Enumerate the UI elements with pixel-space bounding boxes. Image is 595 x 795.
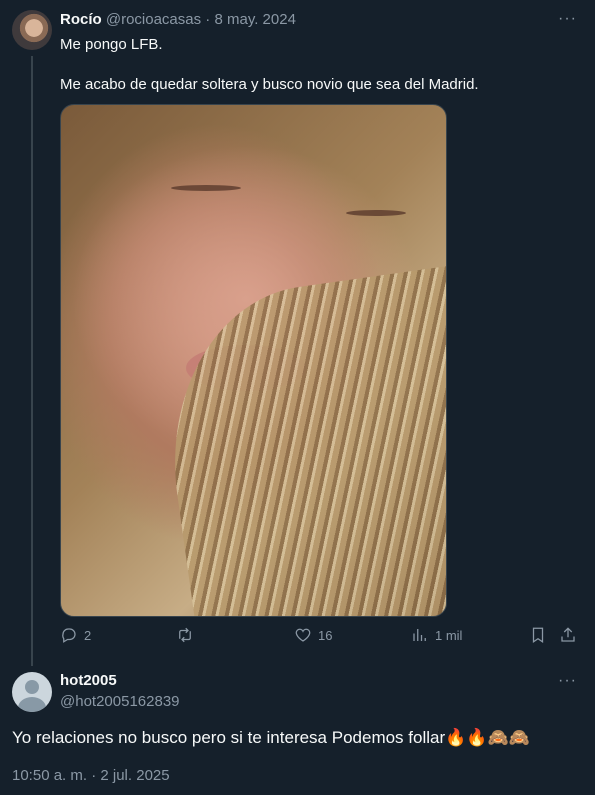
bookmark-icon (532, 627, 544, 643)
author-avatar[interactable] (12, 10, 52, 50)
reply-author-name[interactable]: hot2005 (60, 672, 117, 689)
default-avatar-body (18, 697, 46, 712)
author-handle[interactable]: @rocioacasas (106, 11, 201, 28)
views-count: 1 mil (435, 627, 463, 643)
tweet-date[interactable]: 8 may. 2024 (214, 11, 295, 28)
default-avatar-head (25, 680, 39, 694)
tweet-text-line: Me pongo LFB. (60, 36, 163, 53)
tweet-photo[interactable] (60, 104, 447, 617)
retweet-button[interactable] (176, 626, 200, 644)
header-separator: · (205, 11, 211, 28)
share-icon (561, 627, 575, 642)
author-name[interactable]: Rocío (60, 11, 102, 28)
thread-connector-line (31, 56, 33, 666)
more-options-icon[interactable]: ··· (558, 10, 577, 28)
retweet-icon (179, 627, 191, 643)
share-button[interactable] (559, 626, 577, 644)
views-chart-icon (413, 629, 426, 641)
like-button[interactable]: 16 (294, 626, 332, 644)
more-options-icon[interactable]: ··· (558, 672, 577, 690)
original-tweet[interactable]: Rocío @rocioacasas · 8 may. 2024 ··· Me … (0, 0, 595, 666)
tweet-text: Me pongo LFB. Me acabo de quedar soltera… (60, 35, 479, 95)
bookmark-button[interactable] (529, 626, 547, 644)
photo-detail (171, 185, 241, 191)
tweet-actions-bar: 2 16 1 mil (60, 626, 580, 650)
like-count: 16 (318, 627, 333, 643)
reply-count: 2 (84, 627, 92, 643)
reply-author-avatar[interactable] (12, 672, 52, 712)
heart-icon (295, 628, 311, 642)
reply-text: Yo relaciones no busco pero si te intere… (12, 728, 530, 747)
photo-detail (151, 265, 446, 616)
photo-detail (346, 210, 406, 216)
tweet-header: Rocío @rocioacasas · 8 may. 2024 (60, 11, 296, 28)
reply-timestamp[interactable]: 10:50 a. m. · 2 jul. 2025 (12, 767, 170, 784)
reply-button[interactable]: 2 (60, 626, 91, 644)
reply-author-handle[interactable]: @hot2005162839 (60, 693, 180, 710)
reply-icon (62, 628, 76, 643)
tweet-text-line: Me acabo de quedar soltera y busco novio… (60, 76, 479, 93)
views-button[interactable]: 1 mil (411, 626, 462, 644)
